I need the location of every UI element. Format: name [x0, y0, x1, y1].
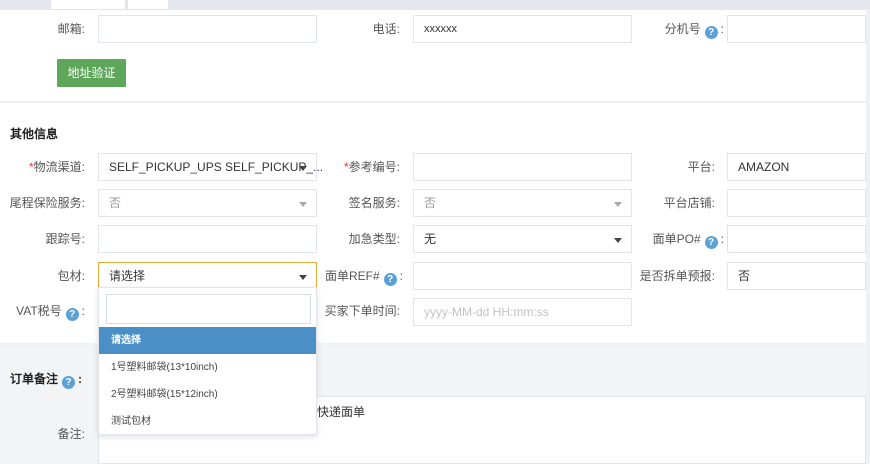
other-info-title: 其他信息 [10, 127, 59, 141]
question-circle-icon[interactable]: ? [383, 273, 397, 286]
order-time-field[interactable]: yyyy-MM-dd HH:mm:ss [413, 298, 632, 326]
contact-panel: 邮箱: 电话: xxxxxx 分机号?: 地址验证 [0, 10, 866, 101]
email-field[interactable] [98, 15, 317, 43]
order-time-label: 买家下单时间: [324, 304, 400, 318]
vat-label-colon: : [81, 304, 85, 318]
question-circle-icon[interactable]: ? [62, 376, 76, 389]
question-circle-icon[interactable]: ? [704, 26, 718, 39]
platform-field[interactable]: AMAZON [727, 153, 866, 181]
po-label: 面单PO#?: [630, 231, 724, 249]
insurance-select[interactable]: 否 [98, 189, 317, 217]
remark-text: 快递面单 [317, 405, 366, 419]
tracking-field[interactable] [98, 225, 317, 253]
insurance-select-value: 否 [109, 196, 122, 210]
material-select[interactable]: 请选择 [98, 262, 317, 290]
phone-label: 电话: [372, 22, 400, 36]
caret-down-icon [299, 166, 307, 171]
extension-field[interactable] [727, 15, 866, 43]
channel-select[interactable]: SELF_PICKUP_UPS SELF_PICKUP_... [98, 153, 323, 181]
signature-select[interactable]: 否 [413, 189, 632, 217]
order-remarks-title-colon: : [78, 372, 83, 386]
split-label: 是否拆单预报: [639, 269, 715, 283]
store-field[interactable] [727, 189, 866, 217]
material-select-value: 请选择 [109, 269, 146, 283]
tab-stub-1[interactable] [50, 0, 126, 10]
vat-label: VAT税号?: [5, 303, 85, 321]
urgent-select-value: 无 [424, 232, 437, 246]
po-label-text: 面单PO# [652, 232, 701, 246]
ref-field[interactable] [413, 153, 632, 181]
urgent-select[interactable]: 无 [413, 225, 632, 253]
urgent-label: 加急类型: [348, 232, 400, 246]
facesheet-ref-field[interactable] [413, 262, 632, 290]
ref-label: *参考编号: [330, 159, 400, 175]
email-label: 邮箱: [57, 22, 85, 36]
signature-label: 签名服务: [348, 196, 400, 210]
channel-label: *物流渠道: [10, 159, 85, 175]
split-field[interactable]: 否 [727, 262, 866, 290]
phone-field[interactable]: xxxxxx [413, 15, 632, 43]
ref-label-text: 参考编号: [348, 160, 400, 174]
question-circle-icon[interactable]: ? [704, 236, 718, 249]
po-field[interactable] [727, 225, 866, 253]
material-dropdown: 请选择 1号塑料邮袋(13*10inch) 2号塑料邮袋(15*12inch) … [98, 287, 317, 435]
dropdown-option-please-select[interactable]: 请选择 [99, 327, 316, 354]
dropdown-option-test-material[interactable]: 测试包材 [99, 408, 316, 435]
vat-label-text: VAT税号 [16, 304, 62, 318]
extension-label-colon: : [720, 22, 724, 36]
po-label-colon: : [720, 232, 724, 246]
facesheet-ref-label: 面单REF#?: [318, 268, 403, 286]
order-edit-page: 邮箱: 电话: xxxxxx 分机号?: 地址验证 其他信息 *物流渠道: SE… [0, 0, 870, 464]
channel-label-text: 物流渠道: [33, 160, 85, 174]
tab-stub-2[interactable] [127, 0, 169, 10]
caret-down-icon [299, 275, 307, 280]
insurance-label: 尾程保险服务: [9, 196, 85, 210]
caret-down-icon [299, 202, 307, 207]
extension-label-text: 分机号 [664, 22, 701, 36]
facesheet-ref-label-text: 面单REF# [324, 269, 380, 283]
order-remarks-title: 订单备注?: [10, 370, 82, 389]
caret-down-icon [614, 202, 622, 207]
dropdown-option-bag-1[interactable]: 1号塑料邮袋(13*10inch) [99, 354, 316, 381]
extension-label: 分机号?: [640, 21, 724, 39]
question-circle-icon[interactable]: ? [65, 308, 79, 321]
signature-select-value: 否 [424, 196, 437, 210]
remark-label: 备注: [57, 427, 85, 441]
order-remarks-title-text: 订单备注 [10, 372, 59, 386]
dropdown-option-bag-2[interactable]: 2号塑料邮袋(15*12inch) [99, 381, 316, 408]
tracking-label: 跟踪号: [45, 232, 85, 246]
platform-label: 平台: [687, 160, 715, 174]
material-label: 包材: [57, 269, 85, 283]
facesheet-ref-label-colon: : [399, 269, 403, 283]
channel-select-value: SELF_PICKUP_UPS SELF_PICKUP_... [109, 160, 324, 174]
address-verify-button[interactable]: 地址验证 [57, 59, 126, 87]
dropdown-search-input[interactable] [106, 294, 311, 324]
store-label: 平台店铺: [663, 196, 715, 210]
caret-down-icon [614, 238, 622, 243]
